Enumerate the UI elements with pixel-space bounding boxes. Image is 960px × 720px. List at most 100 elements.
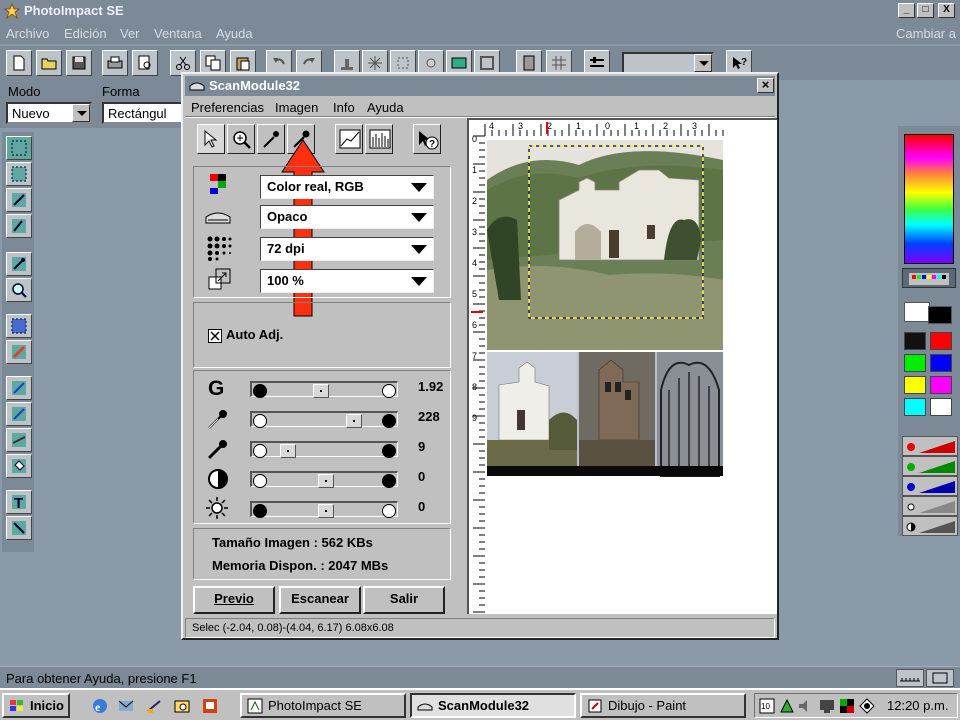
task-scanmodule[interactable]: ScanModule32 xyxy=(410,693,576,718)
contrast-control[interactable] xyxy=(902,516,958,536)
background-color-swatch[interactable] xyxy=(904,302,930,322)
start-button[interactable]: Inicio xyxy=(2,693,70,718)
zoom-tool[interactable] xyxy=(6,278,32,302)
select-tool[interactable] xyxy=(6,136,32,160)
menu-edicion[interactable]: Edición xyxy=(64,26,107,41)
dialog-close-button[interactable]: × xyxy=(757,78,774,93)
preview-button[interactable]: Previo xyxy=(193,586,275,614)
brightness-control[interactable] xyxy=(902,496,958,516)
blue-channel-control[interactable] xyxy=(902,476,958,496)
preview-canvas[interactable]: 4 3 2 1 0 1 2 30123456789 xyxy=(469,120,777,614)
tray-calendar-icon[interactable]: 10 xyxy=(759,698,775,714)
histogram-tool[interactable] xyxy=(365,124,393,154)
menu-cambiar-a[interactable]: Cambiar a xyxy=(896,26,956,41)
outlook-icon[interactable] xyxy=(118,698,134,714)
transform-tool[interactable] xyxy=(6,340,32,364)
path-tool[interactable] xyxy=(6,516,32,540)
slider-mid-handle[interactable] xyxy=(280,444,296,458)
tray-color-icon[interactable] xyxy=(839,698,855,714)
minimize-button[interactable]: _ xyxy=(898,3,915,18)
ie-icon[interactable]: e xyxy=(92,698,108,714)
eyedropper-tool[interactable] xyxy=(6,252,32,276)
swatch-cyan[interactable] xyxy=(904,398,926,416)
slider-max-knob[interactable] xyxy=(382,504,396,518)
task-paint[interactable]: Dibujo - Paint xyxy=(580,693,746,718)
tray-network-icon[interactable] xyxy=(779,698,795,714)
scan-type-select[interactable]: Opaco xyxy=(260,205,434,229)
slider-min-knob[interactable] xyxy=(253,384,267,398)
swatch-yellow[interactable] xyxy=(904,376,926,394)
slider-min-knob[interactable] xyxy=(253,474,267,488)
slider-min-knob[interactable] xyxy=(253,414,267,428)
print-button[interactable] xyxy=(102,50,128,76)
menu-ver[interactable]: Ver xyxy=(120,26,140,41)
powerpoint-icon[interactable] xyxy=(202,698,218,714)
menu-imagen[interactable]: Imagen xyxy=(275,100,318,115)
slider-mid-handle[interactable] xyxy=(346,414,362,428)
slider-max-knob[interactable] xyxy=(382,444,396,458)
open-file-button[interactable] xyxy=(36,50,62,76)
pointer-tool[interactable] xyxy=(197,124,225,154)
explorer-icon[interactable] xyxy=(174,698,190,714)
slider-max-knob[interactable] xyxy=(382,384,396,398)
green-channel-control[interactable] xyxy=(902,456,958,476)
new-file-button[interactable] xyxy=(6,50,32,76)
menu-preferencias[interactable]: Preferencias xyxy=(191,100,264,115)
menu-archivo[interactable]: Archivo xyxy=(6,26,49,41)
slider-mid-handle[interactable] xyxy=(313,384,329,398)
highlight-slider[interactable] xyxy=(250,411,398,428)
menu-ayuda[interactable]: Ayuda xyxy=(216,26,253,41)
slider-mid-handle[interactable] xyxy=(318,474,334,488)
desktop-icon[interactable] xyxy=(146,698,162,714)
mode-select[interactable]: Nuevo xyxy=(6,102,92,124)
scale-select[interactable]: 100 % xyxy=(260,269,434,293)
brightness-slider[interactable] xyxy=(250,501,398,518)
print-preview-button[interactable] xyxy=(132,50,158,76)
menu-ventana[interactable]: Ventana xyxy=(154,26,202,41)
tray-display-icon[interactable] xyxy=(819,698,835,714)
slider-max-knob[interactable] xyxy=(382,414,396,428)
swatch-green[interactable] xyxy=(904,354,926,372)
crop-tool[interactable] xyxy=(6,314,32,338)
zoom-combo[interactable] xyxy=(622,52,714,74)
bezier-tool[interactable] xyxy=(6,214,32,238)
tray-app-icon[interactable] xyxy=(859,698,875,714)
swatch-black-2[interactable] xyxy=(904,332,926,350)
curves-tool[interactable] xyxy=(335,124,363,154)
gamma-slider[interactable] xyxy=(250,381,398,398)
task-photoimpact[interactable]: PhotoImpact SE xyxy=(240,693,406,718)
red-channel-control[interactable] xyxy=(902,436,958,456)
slider-min-knob[interactable] xyxy=(253,504,267,518)
status-ruler-button[interactable] xyxy=(896,669,924,687)
foreground-color-swatch[interactable] xyxy=(928,306,952,324)
menu-info[interactable]: Info xyxy=(333,100,355,115)
slider-max-knob[interactable] xyxy=(382,474,396,488)
wand-tool[interactable] xyxy=(6,188,32,212)
zoom-in-tool[interactable] xyxy=(227,124,255,154)
swatch-magenta[interactable] xyxy=(930,376,952,394)
swatch-red[interactable] xyxy=(930,332,952,350)
text-tool[interactable]: T xyxy=(6,490,32,514)
fill-tool[interactable] xyxy=(6,454,32,478)
swatch-white-2[interactable] xyxy=(930,398,952,416)
exit-button[interactable]: Salir xyxy=(363,586,445,614)
clone-tool[interactable] xyxy=(6,402,32,426)
tray-volume-icon[interactable] xyxy=(797,698,813,714)
scan-button[interactable]: Escanear xyxy=(279,586,361,614)
menu-dialog-ayuda[interactable]: Ayuda xyxy=(367,100,404,115)
retouch-tool[interactable] xyxy=(6,428,32,452)
preview-area[interactable]: 432101230123456789 xyxy=(467,118,777,614)
shadow-slider[interactable] xyxy=(250,441,398,458)
color-spectrum[interactable] xyxy=(904,134,954,264)
auto-adjust-checkbox[interactable] xyxy=(208,329,222,343)
resolution-select[interactable]: 72 dpi xyxy=(260,237,434,261)
contrast-slider[interactable] xyxy=(250,471,398,488)
shape-select[interactable]: Rectángul xyxy=(102,102,188,124)
paint-tool[interactable] xyxy=(6,376,32,400)
maximize-button[interactable]: □ xyxy=(917,3,934,18)
color-mode-select[interactable]: Color real, RGB xyxy=(260,175,434,199)
lasso-tool[interactable] xyxy=(6,162,32,186)
slider-min-knob[interactable] xyxy=(253,444,267,458)
swatch-blue[interactable] xyxy=(930,354,952,372)
palette-button[interactable] xyxy=(902,268,956,288)
